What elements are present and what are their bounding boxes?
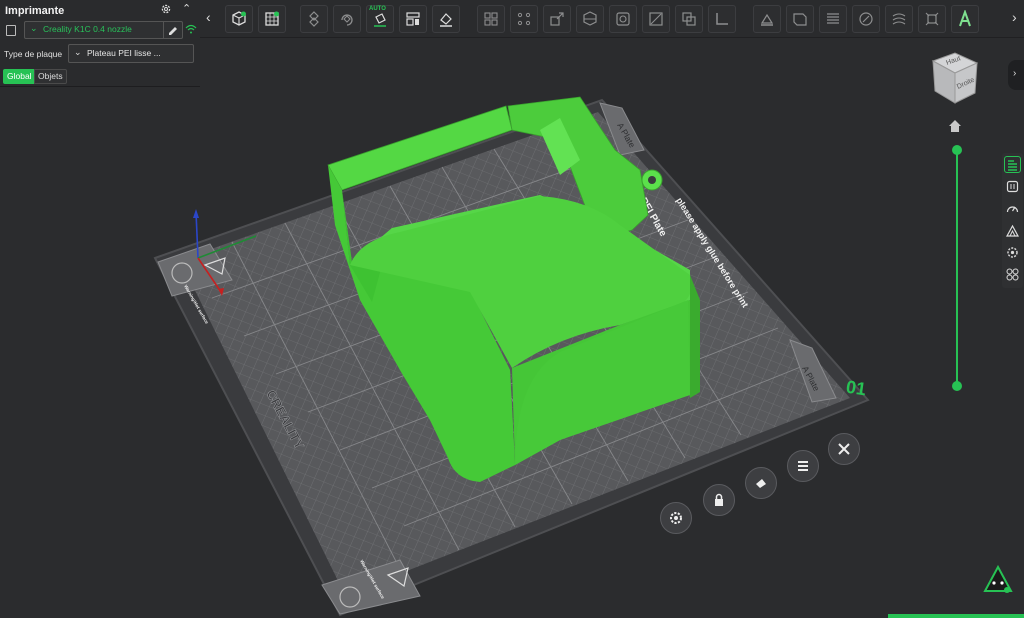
move-button[interactable] — [300, 5, 328, 33]
lay-flat-icon — [760, 13, 774, 26]
support-tree-icon[interactable] — [1005, 223, 1020, 238]
scale-icon — [550, 12, 564, 26]
plate-number[interactable]: 01 — [845, 377, 868, 401]
edit-printer-button[interactable] — [163, 22, 182, 38]
boolean-icon — [616, 12, 630, 26]
home-icon[interactable] — [948, 119, 962, 133]
plate-auto-orient-button[interactable] — [745, 467, 777, 499]
lay-flat-button[interactable] — [753, 5, 781, 33]
variable-layer-button[interactable] — [819, 5, 847, 33]
support-button[interactable] — [642, 5, 670, 33]
collapse-panel-icon[interactable]: ⌃ — [182, 2, 191, 15]
auto-orient-icon — [756, 479, 766, 488]
text-button[interactable] — [951, 5, 979, 33]
chevron-down-icon: ⌄ — [30, 23, 38, 33]
close-icon — [838, 443, 850, 455]
toolbar-scroll-right-icon[interactable]: › — [1012, 9, 1017, 25]
seam-icon — [682, 12, 696, 26]
plate-settings-button[interactable] — [660, 502, 692, 534]
creality-assistant-logo-icon[interactable] — [983, 565, 1013, 595]
move-icon — [309, 11, 319, 27]
fan-icon[interactable] — [1005, 267, 1020, 282]
wifi-icon[interactable] — [185, 24, 197, 34]
tab-objets[interactable]: Objets — [34, 69, 67, 84]
boolean-button[interactable] — [609, 5, 637, 33]
plate-grid-icon — [265, 11, 279, 26]
split-objects-icon — [484, 12, 498, 26]
arrange-button[interactable] — [399, 5, 427, 33]
layer-slider[interactable] — [950, 145, 964, 393]
chevron-right-icon: › — [1013, 68, 1017, 79]
rotate-button[interactable] — [333, 5, 361, 33]
slider-bottom-handle[interactable] — [952, 381, 962, 391]
gear-icon — [670, 512, 682, 524]
plate-arrange-button[interactable] — [787, 450, 819, 482]
cube-add-icon — [232, 11, 246, 26]
auto-orient-button[interactable]: AUTO — [366, 5, 394, 33]
chevron-down-icon: ⌄ — [74, 47, 82, 57]
cut-button[interactable] — [576, 5, 604, 33]
panel-title: Imprimante — [5, 5, 65, 17]
measure-icon — [716, 13, 728, 25]
navigation-cube[interactable]: Haut Droite — [925, 49, 985, 109]
auto-orient-icon — [374, 13, 386, 27]
printer-select[interactable]: ⌄ Creality K1C 0.4 nozzle — [24, 21, 183, 39]
split-parts-button[interactable] — [510, 5, 538, 33]
plate-lock-button[interactable] — [703, 484, 735, 516]
measure-button[interactable] — [708, 5, 736, 33]
pencil-icon — [169, 27, 177, 35]
assembly-icon — [925, 12, 939, 26]
support-paint-icon — [649, 12, 663, 26]
slider-top-handle[interactable] — [952, 145, 962, 155]
plate-type-value: Plateau PEI lisse ... — [87, 48, 161, 58]
lock-icon — [715, 493, 723, 506]
plate-close-button[interactable] — [828, 433, 860, 465]
paint-icon — [440, 13, 452, 27]
layers-view-icon[interactable] — [1004, 156, 1021, 173]
plate-type-select[interactable]: ⌄ Plateau PEI lisse ... — [68, 44, 194, 63]
arrange-icon — [798, 461, 808, 471]
cut-icon — [583, 11, 597, 26]
add-cube-button[interactable] — [225, 5, 253, 33]
settings-icon[interactable] — [1005, 245, 1020, 260]
split-objects-button[interactable] — [477, 5, 505, 33]
rotate-icon — [341, 14, 353, 26]
variable-layer-icon — [827, 13, 839, 24]
plate-grid-button[interactable] — [258, 5, 286, 33]
emboss-button[interactable] — [786, 5, 814, 33]
text-a-icon — [959, 10, 971, 27]
top-toolbar: ‹ AUTO › — [200, 0, 1024, 38]
printer-panel: Imprimante ⌃ ⌄ Creality K1C 0.4 nozzle T… — [0, 0, 200, 87]
right-panel-toggle[interactable]: › — [1008, 60, 1024, 90]
fuzzy-button[interactable] — [852, 5, 880, 33]
split-parts-icon — [517, 12, 531, 26]
printer-icon — [6, 25, 16, 36]
scale-button[interactable] — [543, 5, 571, 33]
settings-gear-icon[interactable] — [160, 3, 172, 15]
grid-view-icon[interactable] — [1005, 179, 1020, 194]
emboss-icon — [793, 13, 807, 26]
layer-paint-button[interactable] — [432, 5, 460, 33]
toolbar-scroll-left-icon[interactable]: ‹ — [206, 9, 211, 25]
brim-button[interactable] — [885, 5, 913, 33]
brush-icon — [859, 12, 873, 26]
speed-gauge-icon[interactable] — [1005, 201, 1020, 216]
right-tool-strip — [1002, 153, 1023, 288]
arrange-icon — [406, 12, 420, 26]
progress-strip — [888, 614, 1024, 618]
tab-global[interactable]: Global — [3, 69, 36, 84]
plate-type-label: Type de plaque — [4, 49, 63, 59]
brim-icon — [892, 13, 906, 25]
printer-name: Creality K1C 0.4 nozzle — [43, 24, 132, 34]
seam-button[interactable] — [675, 5, 703, 33]
3d-viewport[interactable]: CREALITY A Plate A Plate PEI Plate pleas… — [0, 37, 1024, 618]
assembly-button[interactable] — [918, 5, 946, 33]
